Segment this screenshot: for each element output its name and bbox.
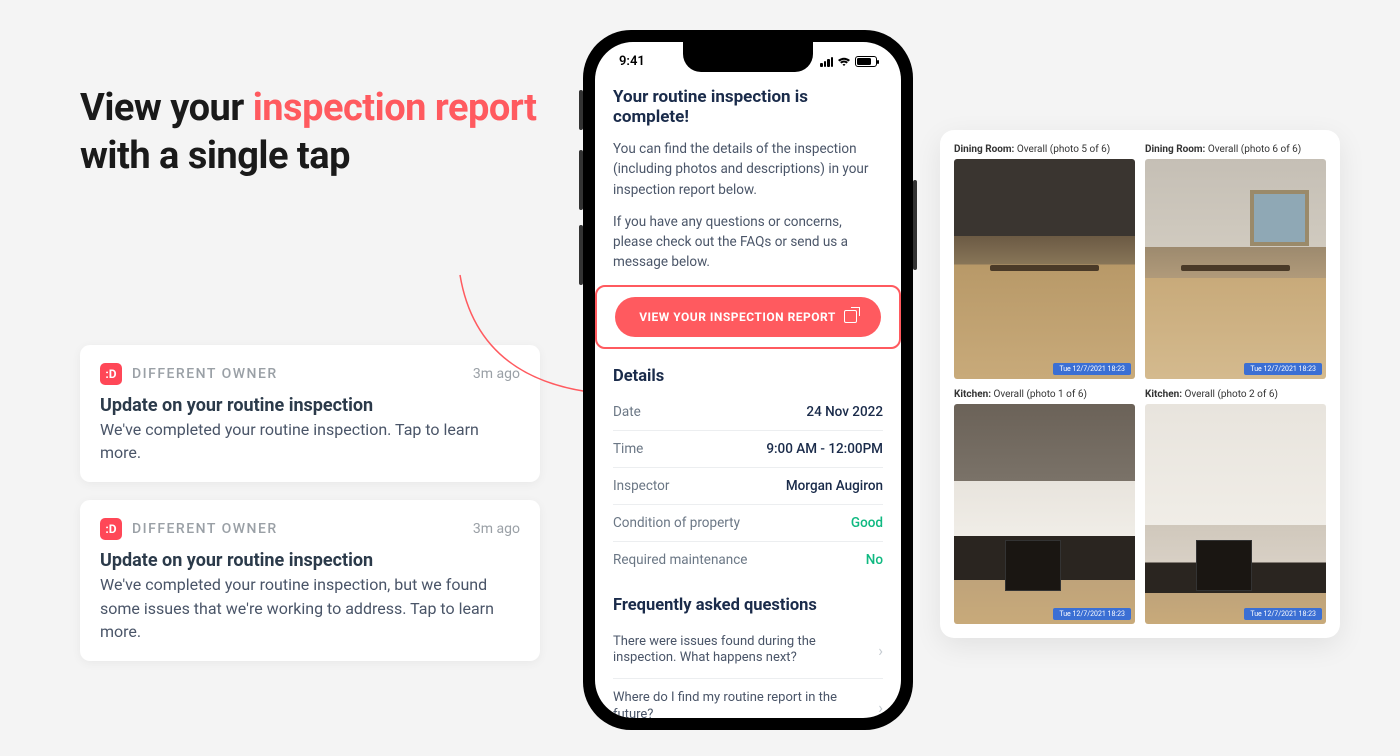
notification-body: We've completed your routine inspection,… bbox=[100, 573, 520, 643]
signal-icon bbox=[820, 57, 833, 67]
photo-caption: Kitchen: Overall (photo 1 of 6) bbox=[954, 389, 1135, 400]
report-photo-cell: Dining Room: Overall (photo 6 of 6) Tue … bbox=[1145, 144, 1326, 379]
detail-label: Required maintenance bbox=[613, 552, 747, 568]
notification-time: 3m ago bbox=[473, 521, 520, 537]
external-link-icon bbox=[844, 310, 857, 323]
app-logo-icon: :D bbox=[100, 518, 122, 540]
intro-paragraph-2: If you have any questions or concerns, p… bbox=[613, 212, 883, 273]
detail-row: Required maintenance No bbox=[613, 542, 883, 578]
phone-notch bbox=[683, 42, 813, 72]
inspection-report-preview: Dining Room: Overall (photo 5 of 6) Tue … bbox=[940, 130, 1340, 638]
report-photo-cell: Kitchen: Overall (photo 1 of 6) Tue 12/7… bbox=[954, 389, 1135, 624]
battery-icon bbox=[855, 56, 877, 67]
detail-row: Date 24 Nov 2022 bbox=[613, 394, 883, 431]
view-report-button[interactable]: VIEW YOUR INSPECTION REPORT bbox=[615, 297, 881, 337]
faq-question: There were issues found during the inspe… bbox=[613, 634, 868, 668]
photo-timestamp-badge: Tue 12/7/2021 18:23 bbox=[1053, 363, 1131, 375]
cta-highlight-box: VIEW YOUR INSPECTION REPORT bbox=[595, 285, 901, 349]
photo-timestamp-badge: Tue 12/7/2021 18:23 bbox=[1053, 608, 1131, 620]
detail-label: Inspector bbox=[613, 478, 669, 494]
app-logo-icon: :D bbox=[100, 363, 122, 385]
status-clock: 9:41 bbox=[619, 54, 645, 69]
detail-label: Date bbox=[613, 404, 641, 420]
detail-value: Morgan Augiron bbox=[786, 478, 883, 494]
photo-caption: Kitchen: Overall (photo 2 of 6) bbox=[1145, 389, 1326, 400]
marketing-headline: View your inspection report with a singl… bbox=[80, 85, 540, 180]
wifi-icon bbox=[837, 57, 851, 67]
detail-row: Time 9:00 AM - 12:00PM bbox=[613, 431, 883, 468]
inspection-photo[interactable]: Tue 12/7/2021 18:23 bbox=[1145, 159, 1326, 379]
notification-app-name: DIFFERENT OWNER bbox=[132, 366, 463, 382]
photo-timestamp-badge: Tue 12/7/2021 18:23 bbox=[1244, 608, 1322, 620]
notification-card[interactable]: :D DIFFERENT OWNER 3m ago Update on your… bbox=[80, 500, 540, 661]
inspection-photo[interactable]: Tue 12/7/2021 18:23 bbox=[954, 159, 1135, 379]
notification-app-name: DIFFERENT OWNER bbox=[132, 521, 463, 537]
page-title: Your routine inspection is complete! bbox=[613, 87, 883, 127]
chevron-right-icon: › bbox=[878, 641, 883, 660]
report-photo-cell: Dining Room: Overall (photo 5 of 6) Tue … bbox=[954, 144, 1135, 379]
headline-part2: with a single tap bbox=[80, 134, 350, 178]
detail-label: Condition of property bbox=[613, 515, 740, 531]
detail-row: Inspector Morgan Augiron bbox=[613, 468, 883, 505]
phone-mockup: 9:41 Your routine inspection is complete… bbox=[583, 30, 913, 730]
faq-item[interactable]: Where do I find my routine report in the… bbox=[613, 679, 883, 718]
faq-item[interactable]: There were issues found during the inspe… bbox=[613, 623, 883, 680]
detail-value: 24 Nov 2022 bbox=[806, 404, 883, 420]
detail-value: 9:00 AM - 12:00PM bbox=[766, 441, 883, 457]
report-photo-cell: Kitchen: Overall (photo 2 of 6) Tue 12/7… bbox=[1145, 389, 1326, 624]
detail-value: No bbox=[866, 552, 883, 568]
faq-heading: Frequently asked questions bbox=[613, 596, 883, 615]
headline-part1: View your bbox=[80, 86, 253, 130]
detail-row: Condition of property Good bbox=[613, 505, 883, 542]
intro-paragraph-1: You can find the details of the inspecti… bbox=[613, 139, 883, 200]
inspection-photo[interactable]: Tue 12/7/2021 18:23 bbox=[954, 404, 1135, 624]
photo-timestamp-badge: Tue 12/7/2021 18:23 bbox=[1244, 363, 1322, 375]
detail-value: Good bbox=[851, 515, 883, 531]
details-heading: Details bbox=[613, 367, 883, 386]
notification-title: Update on your routine inspection bbox=[100, 550, 520, 571]
photo-caption: Dining Room: Overall (photo 6 of 6) bbox=[1145, 144, 1326, 155]
view-report-button-label: VIEW YOUR INSPECTION REPORT bbox=[639, 310, 836, 324]
detail-label: Time bbox=[613, 441, 643, 457]
inspection-photo[interactable]: Tue 12/7/2021 18:23 bbox=[1145, 404, 1326, 624]
photo-caption: Dining Room: Overall (photo 5 of 6) bbox=[954, 144, 1135, 155]
headline-accent: inspection report bbox=[253, 86, 537, 130]
faq-question: Where do I find my routine report in the… bbox=[613, 690, 868, 718]
chevron-right-icon: › bbox=[878, 698, 883, 717]
